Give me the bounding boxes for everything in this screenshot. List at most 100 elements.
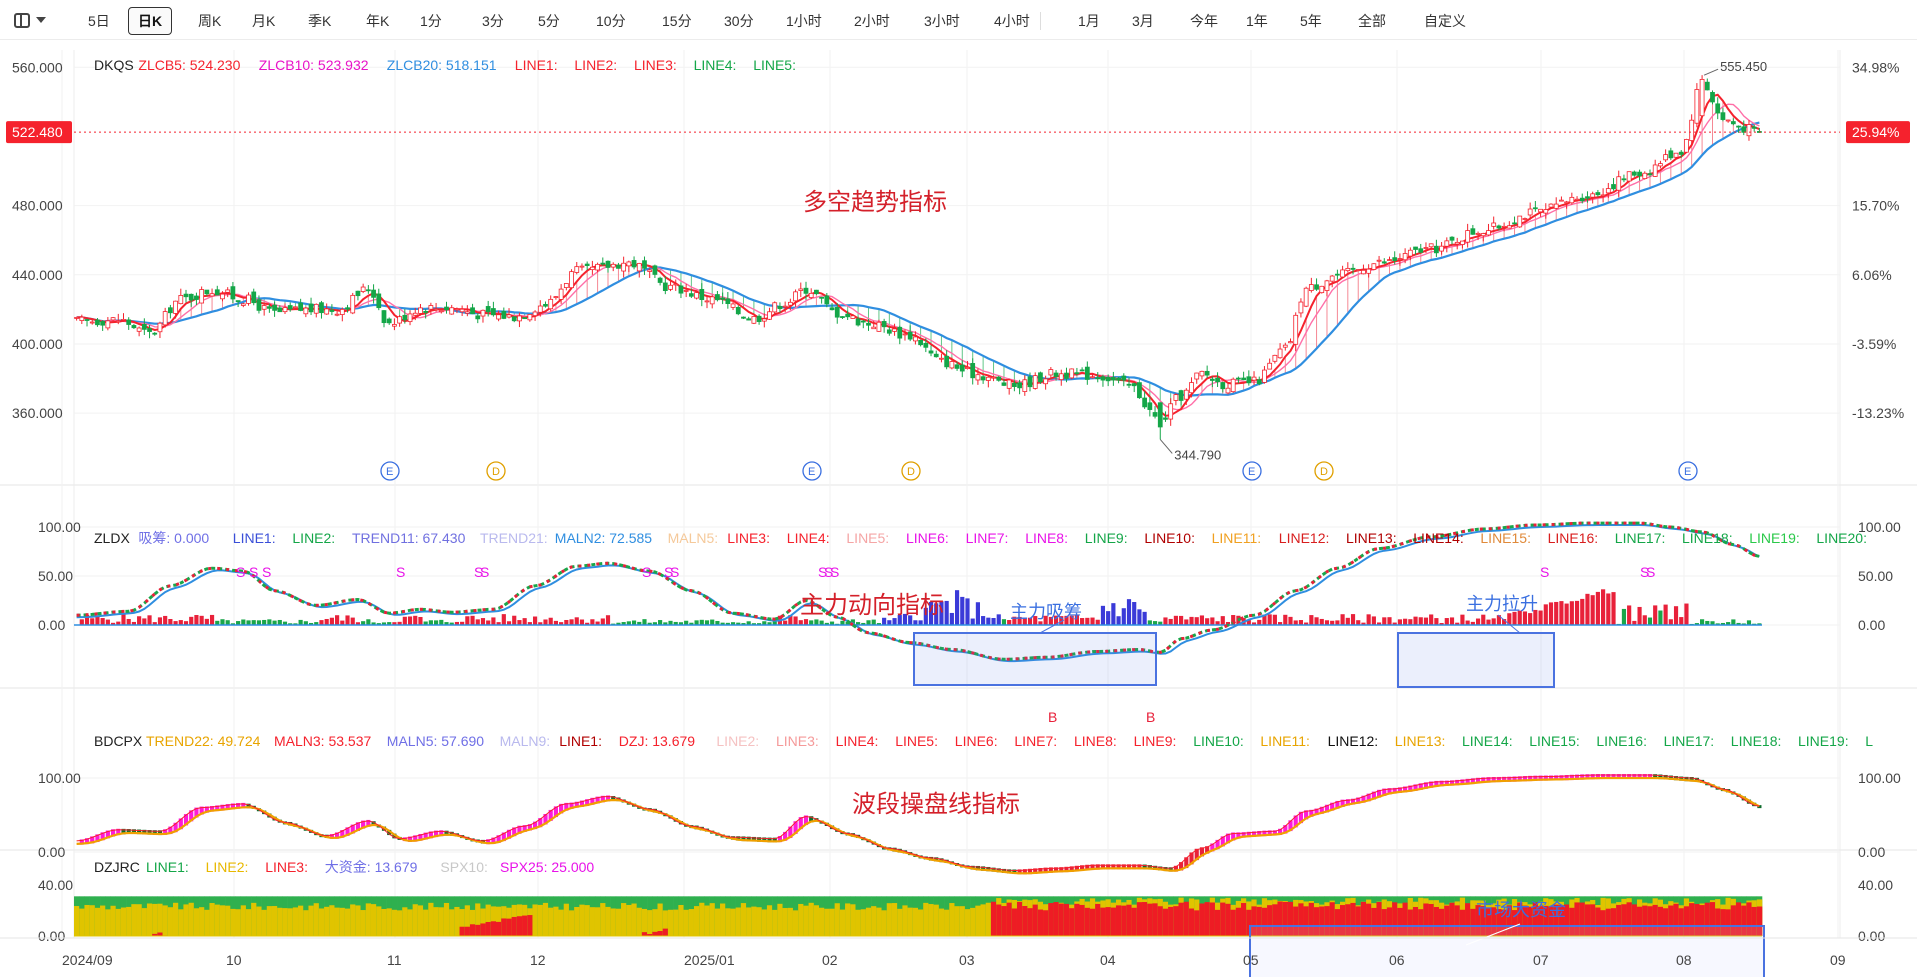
period-tab-3[interactable]: 月K bbox=[252, 8, 275, 34]
zldx-bar bbox=[1528, 613, 1533, 625]
candle-body bbox=[1090, 376, 1095, 379]
candle-body bbox=[136, 327, 142, 332]
price-tick-3: 400.000 bbox=[12, 336, 63, 352]
zldx-bar bbox=[892, 618, 897, 625]
bdcpx-legend-15: LINE10: bbox=[1193, 733, 1244, 749]
candle-body bbox=[480, 309, 486, 317]
zldx-bar bbox=[1590, 595, 1595, 625]
x-tick-4: 2025/01 bbox=[684, 952, 735, 968]
candle-body bbox=[355, 290, 361, 297]
candle-body bbox=[782, 305, 788, 308]
dzjrc-yellow-bar bbox=[782, 908, 789, 936]
range-tab-0[interactable]: 1月 bbox=[1078, 8, 1100, 34]
candle-body bbox=[475, 315, 481, 320]
candle-body bbox=[1402, 253, 1408, 261]
dzjrc-legend-4: 大资金: 13.679 bbox=[325, 859, 418, 875]
period-tab-12[interactable]: 1小时 bbox=[786, 8, 822, 34]
dzjrc-yellow-bar bbox=[318, 908, 325, 936]
period-tab-0[interactable]: 5日 bbox=[88, 8, 110, 34]
candle-body bbox=[918, 339, 923, 346]
candle-body bbox=[1736, 125, 1741, 128]
candle-body bbox=[1105, 376, 1111, 382]
event-marker-label-3: D bbox=[907, 466, 915, 478]
period-tab-2[interactable]: 周K bbox=[198, 8, 221, 34]
candle-body bbox=[1225, 387, 1231, 394]
dzjrc-yellow-bar bbox=[407, 909, 413, 936]
candle-body bbox=[699, 288, 705, 300]
period-tab-5[interactable]: 年K bbox=[366, 8, 389, 34]
candle-body bbox=[584, 263, 590, 266]
candle-body bbox=[240, 303, 246, 306]
x-tick-8: 05 bbox=[1243, 952, 1259, 968]
range-tab-6[interactable]: 自定义 bbox=[1424, 8, 1466, 34]
dzjrc-red-bar bbox=[490, 921, 497, 936]
candle-body bbox=[230, 286, 236, 300]
candle-body bbox=[553, 296, 559, 298]
dzjrc-yellow-bar bbox=[339, 907, 346, 936]
layout-toggle-button[interactable] bbox=[14, 8, 58, 32]
zldx-bar bbox=[512, 615, 517, 625]
range-tab-2[interactable]: 今年 bbox=[1190, 8, 1218, 34]
candle-body bbox=[1449, 236, 1455, 241]
period-tab-8[interactable]: 5分 bbox=[538, 8, 560, 34]
event-marker-label-6: E bbox=[1684, 466, 1691, 478]
dzjrc-yellow-bar bbox=[542, 902, 549, 936]
current-pct-label: 25.94% bbox=[1852, 124, 1899, 140]
zldx-tick-right-2: 0.00 bbox=[1858, 617, 1885, 633]
dzjrc-legend-5: SPX10: bbox=[440, 859, 487, 875]
zldx-bar bbox=[949, 612, 954, 625]
range-tab-3[interactable]: 1年 bbox=[1246, 8, 1268, 34]
dzjrc-red-bar bbox=[469, 924, 476, 936]
zldx-bar bbox=[814, 619, 819, 625]
x-tick-12: 09 bbox=[1830, 952, 1846, 968]
zldx-bar bbox=[147, 615, 152, 625]
dzjrc-yellow-bar bbox=[886, 903, 893, 936]
candle-body bbox=[1741, 126, 1747, 133]
zldx-legend-6: MALN2: 72.585 bbox=[555, 530, 652, 546]
period-tab-6[interactable]: 1分 bbox=[420, 8, 442, 34]
range-tab-5[interactable]: 全部 bbox=[1358, 8, 1386, 34]
candle-body bbox=[980, 376, 986, 381]
stock-chart[interactable]: 560.000 34.98% 480.000 15.70% 440.000 6.06% 40… bbox=[0, 40, 1917, 977]
dzjrc-yellow-bar bbox=[678, 905, 684, 936]
sell-signal-11: S bbox=[830, 564, 839, 580]
dzjrc-yellow-bar bbox=[980, 904, 987, 936]
dzjrc-red-bar bbox=[464, 926, 471, 936]
dzjrc-red-bar bbox=[1074, 903, 1080, 936]
candle-body bbox=[308, 303, 314, 313]
zldx-bar bbox=[350, 617, 355, 625]
dzjrc-red-bar bbox=[1131, 907, 1138, 936]
dzjrc-red-bar bbox=[1204, 902, 1211, 936]
candle-body bbox=[157, 322, 163, 333]
sell-signal-5: S bbox=[480, 564, 489, 580]
candle-body bbox=[324, 308, 330, 315]
candle-body bbox=[1491, 222, 1497, 227]
range-tab-1[interactable]: 3月 bbox=[1132, 8, 1154, 34]
period-tab-14[interactable]: 3小时 bbox=[924, 8, 960, 34]
zldx-bar bbox=[1085, 617, 1090, 625]
candle-body bbox=[277, 307, 283, 313]
big-capital-label: 市场大资金 bbox=[1476, 900, 1566, 920]
dzjrc-yellow-bar bbox=[412, 904, 419, 936]
dzjrc-yellow-bar bbox=[621, 903, 627, 936]
candle-body bbox=[683, 289, 689, 292]
zldx-legend-7: MALN5: bbox=[668, 530, 719, 546]
dzjrc-red-bar bbox=[1142, 902, 1148, 936]
dzjrc-red-bar bbox=[1001, 906, 1007, 936]
candle-body bbox=[1605, 188, 1611, 194]
period-tab-4[interactable]: 季K bbox=[308, 8, 331, 34]
dzjrc-legend-0: DZJRC bbox=[94, 859, 140, 875]
period-tab-11[interactable]: 30分 bbox=[724, 8, 754, 34]
period-tab-10[interactable]: 15分 bbox=[662, 8, 692, 34]
period-tab-13[interactable]: 2小时 bbox=[854, 8, 890, 34]
range-tab-4[interactable]: 5年 bbox=[1300, 8, 1322, 34]
dzjrc-red-bar bbox=[485, 921, 492, 936]
period-tab-7[interactable]: 3分 bbox=[482, 8, 504, 34]
period-tab-9[interactable]: 10分 bbox=[596, 8, 626, 34]
period-tab-1[interactable]: 日K bbox=[128, 7, 173, 35]
candle-body bbox=[829, 307, 835, 311]
candle-body bbox=[1704, 81, 1710, 91]
candle-body bbox=[678, 285, 684, 294]
period-tab-15[interactable]: 4小时 bbox=[994, 8, 1030, 34]
candle-body bbox=[1548, 203, 1554, 208]
